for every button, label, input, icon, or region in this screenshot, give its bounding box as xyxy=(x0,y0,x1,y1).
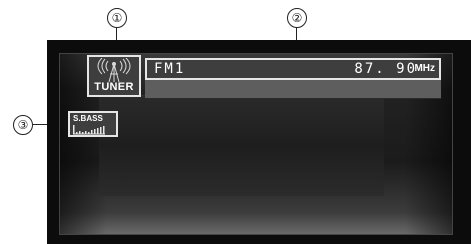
level-meter-icon xyxy=(73,125,105,135)
sbass-label: S.BASS xyxy=(73,114,103,123)
callout-1: ① xyxy=(107,8,127,28)
frequency-unit: MHz xyxy=(414,63,435,74)
source-label: TUNER xyxy=(94,81,134,93)
tuner-indicator: TUNER xyxy=(87,55,141,97)
callout-3: ③ xyxy=(13,115,33,135)
sbass-indicator: S.BASS xyxy=(68,111,118,137)
band-label: FM1 xyxy=(154,61,186,77)
display-panel-inner xyxy=(99,95,384,196)
callout-2: ② xyxy=(287,8,307,28)
frequency-display: FM1 87. 90 MHz xyxy=(145,58,441,80)
frequency-value: 87. 90 xyxy=(354,61,417,77)
status-bar xyxy=(145,80,441,99)
